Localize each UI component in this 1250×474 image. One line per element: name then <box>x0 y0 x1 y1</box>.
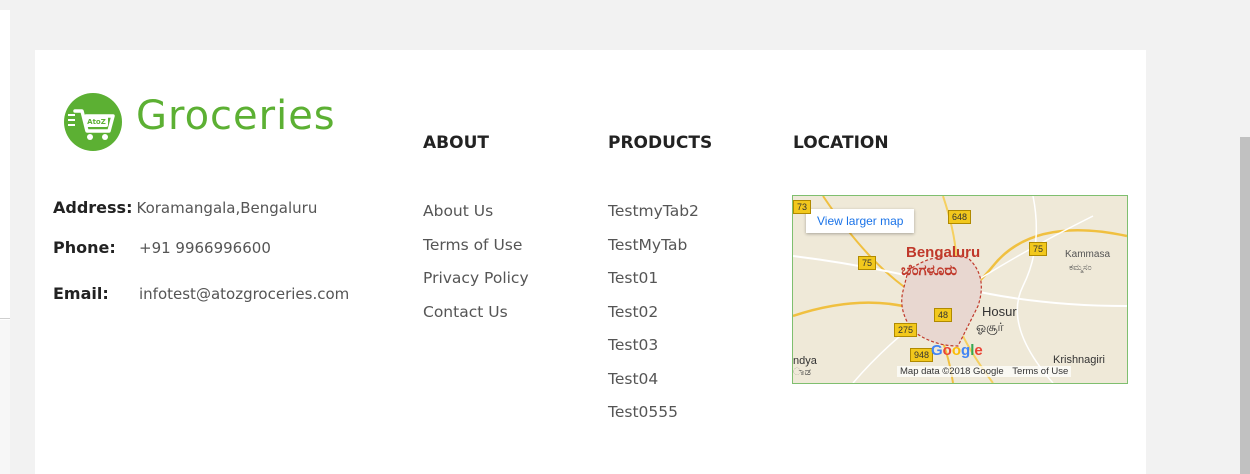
email-value[interactable]: infotest@atozgroceries.com <box>139 285 349 303</box>
product-link[interactable]: Test03 <box>608 335 699 369</box>
map-kammasa-label: Kammasa <box>1065 249 1111 260</box>
product-link[interactable]: Test01 <box>608 268 699 302</box>
product-link[interactable]: Test02 <box>608 302 699 336</box>
map-attribution: Map data ©2018 Google Terms of Use <box>897 366 1072 377</box>
products-heading: PRODUCTS <box>608 133 713 153</box>
highway-shield-icon: 75 <box>1029 242 1048 256</box>
scrollbar-thumb[interactable] <box>1240 137 1250 474</box>
product-link[interactable]: TestmyTab2 <box>608 201 699 235</box>
map-mandya-label-kn: ಾಡ <box>793 367 811 378</box>
left-panel-divider <box>0 318 10 319</box>
map-city-label: Bengaluru <box>906 244 981 261</box>
address-row: Address: Koramangala,Bengaluru <box>53 198 317 217</box>
map-city-label-kn: ಬೆಂಗಳೂರು <box>901 262 958 279</box>
terms-of-use-link[interactable]: Terms of Use <box>423 235 529 269</box>
map-mandya-label: ndya <box>793 355 817 367</box>
map-data-text: Map data ©2018 Google <box>900 366 1004 377</box>
highway-shield-icon: 48 <box>934 308 953 322</box>
phone-row: Phone: +91 9966996600 <box>53 238 271 257</box>
about-links: About Us Terms of Use Privacy Policy Con… <box>423 201 529 335</box>
highway-shield-icon: 275 <box>894 323 918 337</box>
product-link[interactable]: Test04 <box>608 369 699 403</box>
highway-shield-icon: 73 <box>793 200 812 214</box>
brand-name: Groceries <box>136 93 336 139</box>
product-links: TestmyTab2 TestMyTab Test01 Test02 Test0… <box>608 201 699 436</box>
phone-label: Phone: <box>53 238 116 257</box>
brand-badge: AtoZ <box>87 118 106 126</box>
cart-logo-icon: AtoZ <box>64 93 122 151</box>
map-krishnagiri-label: Krishnagiri <box>1053 354 1105 366</box>
product-link[interactable]: TestMyTab <box>608 235 699 269</box>
highway-shield-icon: 75 <box>858 256 877 270</box>
phone-value[interactable]: +91 9966996600 <box>139 239 271 257</box>
contact-us-link[interactable]: Contact Us <box>423 302 529 336</box>
about-us-link[interactable]: About Us <box>423 201 529 235</box>
map-terms-link[interactable]: Terms of Use <box>1012 366 1068 377</box>
highway-shield-icon: 948 <box>910 348 934 362</box>
address-label: Address: <box>53 198 133 217</box>
highway-shield-icon: 648 <box>948 210 972 224</box>
map-hosur-label-ta: ஓசூர் <box>976 320 1004 334</box>
address-value: Koramangala,Bengaluru <box>136 199 318 217</box>
left-panel-lower <box>0 320 10 474</box>
map-hosur-label: Hosur <box>982 304 1017 319</box>
product-link[interactable]: Test0555 <box>608 402 699 436</box>
left-panel-edge <box>0 10 10 320</box>
brand-logo[interactable]: AtoZ Groceries <box>62 91 335 151</box>
email-row: Email: infotest@atozgroceries.com <box>53 284 349 303</box>
view-larger-map-button[interactable]: View larger map <box>806 209 915 233</box>
location-heading: LOCATION <box>793 133 889 153</box>
about-heading: ABOUT <box>423 133 489 153</box>
email-label: Email: <box>53 284 109 303</box>
privacy-policy-link[interactable]: Privacy Policy <box>423 268 529 302</box>
google-logo[interactable]: Google <box>931 342 983 359</box>
map-kammasa-label-kn: ಕಮ್ಮಸಂ <box>1069 262 1092 272</box>
location-map[interactable]: View larger map Bengaluru ಬೆಂಗಳೂರು Hosur… <box>792 195 1128 384</box>
right-gutter <box>1146 50 1238 474</box>
